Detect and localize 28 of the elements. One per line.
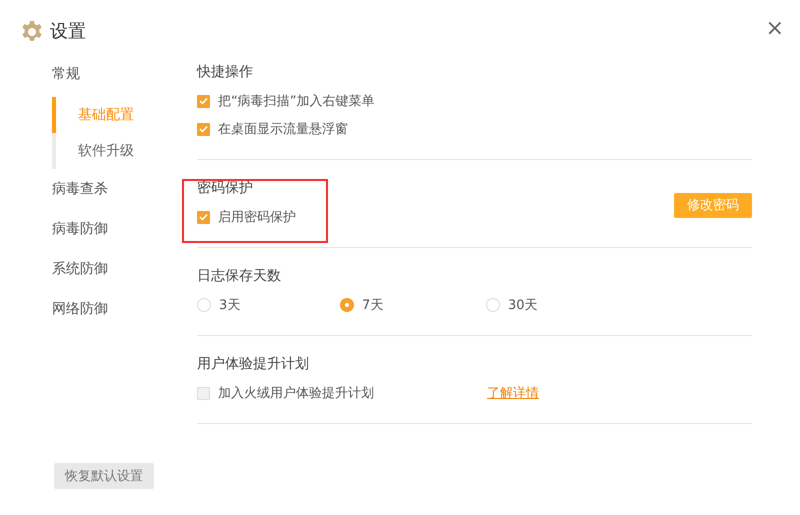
section-title: 日志保存天数 (197, 267, 282, 286)
reset-defaults-button[interactable]: 恢复默认设置 (54, 463, 154, 489)
checkbox-label: 在桌面显示流量悬浮窗 (218, 121, 348, 138)
checkbox-label: 把“病毒扫描”加入右键菜单 (218, 93, 374, 110)
radio-label: 3天 (219, 297, 240, 314)
section-title: 用户体验提升计划 (197, 355, 310, 374)
window-title: 设置 (50, 20, 86, 44)
checkbox[interactable] (197, 122, 210, 136)
radio-button[interactable] (197, 298, 211, 312)
checkbox-label: 加入火绒用户体验提升计划 (218, 385, 374, 402)
radio-label: 7天 (362, 297, 384, 314)
checkbox[interactable] (197, 94, 210, 108)
sidebar-item[interactable]: 网络防御 (52, 289, 197, 329)
gear-icon (20, 20, 44, 44)
sidebar-item[interactable]: 病毒查杀 (52, 169, 197, 209)
sidebar-item[interactable]: 病毒防御 (52, 209, 197, 249)
close-button[interactable]: × (766, 18, 784, 40)
checkbox[interactable] (197, 386, 210, 400)
checkbox-label: 启用密码保护 (218, 209, 296, 226)
section-title: 快捷操作 (197, 63, 254, 82)
sidebar-item[interactable]: 常规 (52, 54, 197, 94)
sidebar-subitem[interactable]: 软件升级 (52, 133, 197, 169)
sidebar-item[interactable]: 系统防御 (52, 249, 197, 289)
radio-button[interactable] (340, 298, 354, 312)
radio-label: 30天 (508, 297, 538, 314)
checkbox[interactable] (197, 210, 210, 224)
section-title: 密码保护 (197, 179, 254, 198)
radio-button[interactable] (486, 298, 500, 312)
